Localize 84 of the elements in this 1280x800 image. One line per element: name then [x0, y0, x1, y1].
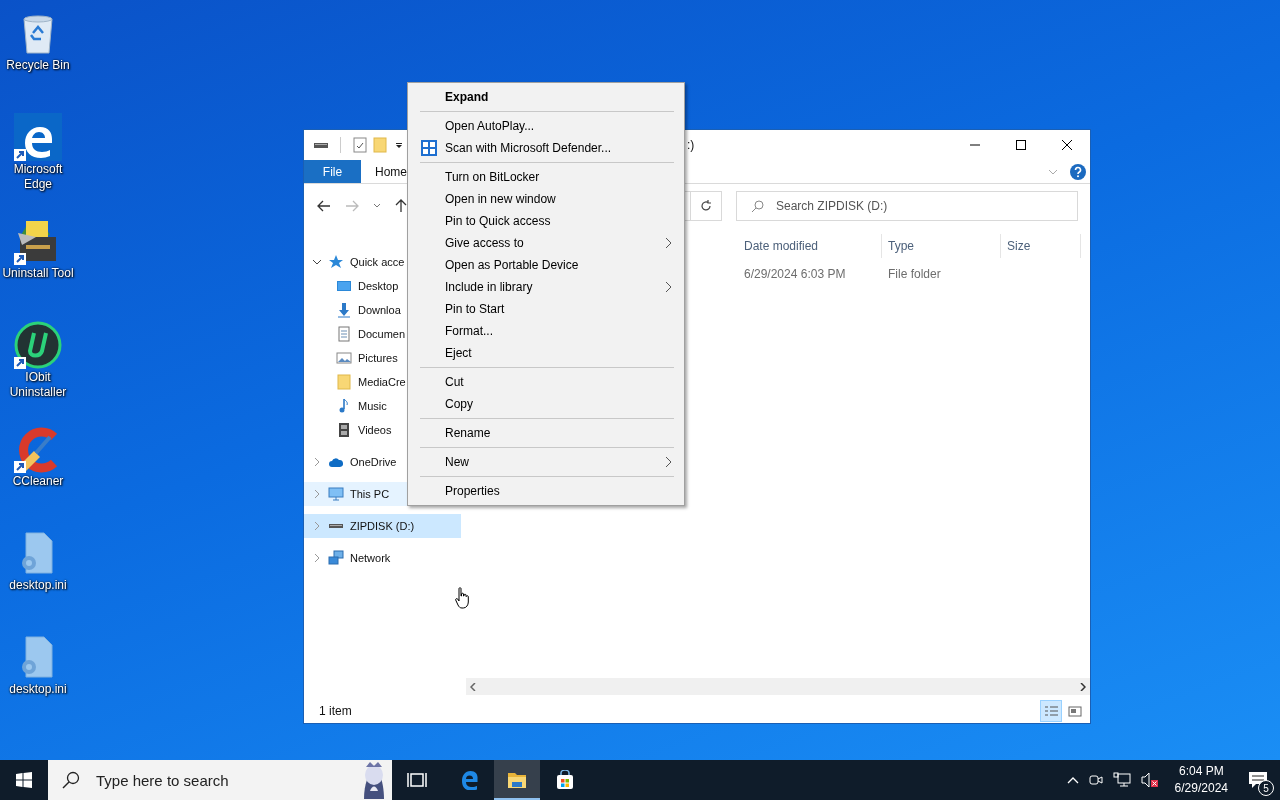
menu-item[interactable]: Expand — [410, 86, 682, 108]
help-icon[interactable] — [1070, 163, 1086, 180]
hand-cursor-icon — [455, 587, 469, 609]
column-header[interactable]: Size — [1001, 234, 1081, 258]
folder-icon — [336, 374, 352, 390]
task-view-icon — [407, 770, 427, 790]
scroll-left-icon — [470, 682, 476, 691]
search-input[interactable]: Type here to search — [94, 770, 342, 790]
search-icon — [751, 199, 764, 213]
search-input[interactable]: Search ZIPDISK (D:) — [774, 198, 1077, 214]
properties-icon[interactable] — [353, 137, 367, 153]
monitor-icon — [328, 486, 344, 502]
menu-item[interactable]: Open AutoPlay... — [410, 115, 682, 137]
search-field[interactable]: Search ZIPDISK (D:) — [736, 191, 1078, 221]
table-cell-text: 6/29/2024 6:03 PM — [743, 267, 847, 281]
clock[interactable]: 6:04 PM 6/29/2024 — [1166, 760, 1236, 800]
refresh-icon — [700, 200, 712, 212]
desktop-icon-label[interactable]: CCleaner — [0, 474, 76, 489]
chevron-right-icon — [665, 281, 672, 293]
menu-item[interactable]: Open in new window — [410, 188, 682, 210]
edge-shortcut-icon[interactable] — [14, 113, 62, 161]
edge-icon — [459, 770, 479, 790]
desktop-icon-label[interactable]: IObit Uninstaller — [0, 370, 76, 400]
windows-logo-icon — [16, 772, 32, 788]
menu-item[interactable]: Scan with Microsoft Defender... — [410, 137, 682, 159]
camera-icon[interactable] — [1088, 772, 1103, 788]
chevron-right-icon — [665, 456, 672, 468]
pictures-icon — [336, 350, 352, 366]
taskbar-search-field[interactable]: Type here to search — [48, 760, 392, 800]
drive-icon — [314, 142, 328, 148]
window-title: :) — [687, 138, 695, 152]
desktop-icon-label[interactable]: Microsoft Edge — [0, 162, 76, 192]
horizontal-scrollbar[interactable] — [466, 678, 1090, 695]
menu-item[interactable]: Pin to Quick access — [410, 210, 682, 232]
search-icon — [62, 771, 80, 789]
status-text: 1 item — [319, 703, 352, 718]
chevron-up-icon[interactable] — [1066, 776, 1079, 784]
table-cell-text: File folder — [887, 267, 942, 281]
navigation-item[interactable]: Network — [304, 546, 461, 570]
up-arrow-icon[interactable] — [395, 199, 407, 213]
star-icon — [328, 254, 344, 270]
desktop-icon — [336, 278, 352, 294]
network-icon — [328, 550, 344, 566]
notifications-button[interactable]: 5 — [1236, 760, 1280, 800]
column-header[interactable]: Type — [882, 234, 1001, 258]
folder-icon — [507, 770, 527, 790]
menu-item[interactable]: Copy — [410, 393, 682, 415]
desktop-icon-label[interactable]: Recycle Bin — [0, 58, 76, 73]
menu-item[interactable]: Rename — [410, 422, 682, 444]
scroll-right-icon — [1080, 682, 1086, 691]
menu-item[interactable]: Format... — [410, 320, 682, 342]
chevron-down-icon[interactable] — [373, 203, 381, 209]
menu-item[interactable]: Open as Portable Device — [410, 254, 682, 276]
maximize-icon — [1016, 140, 1026, 150]
document-icon — [336, 326, 352, 342]
taskbar-app-button[interactable] — [494, 760, 540, 800]
menu-item[interactable]: Turn on BitLocker — [410, 166, 682, 188]
desktop-icon-label[interactable]: desktop.ini — [0, 578, 76, 593]
menu-item[interactable]: Pin to Start — [410, 298, 682, 320]
chevron-right-icon — [665, 237, 672, 249]
back-arrow-icon[interactable] — [317, 200, 331, 212]
shopping-bag-icon — [555, 770, 575, 790]
file-menu-tab[interactable]: File — [304, 160, 361, 183]
film-icon — [336, 422, 352, 438]
column-header[interactable]: Date modified — [738, 234, 882, 258]
shield-window-icon — [420, 140, 437, 156]
menu-item[interactable]: New — [410, 451, 682, 473]
menu-item[interactable]: Give access to — [410, 232, 682, 254]
menu-item[interactable]: Cut — [410, 371, 682, 393]
network-icon[interactable] — [1112, 772, 1131, 788]
drive-icon — [329, 524, 343, 528]
large-icons-view-icon — [1067, 703, 1083, 718]
desktop-icon-label[interactable]: Uninstall Tool — [0, 266, 76, 281]
menu-item[interactable]: Eject — [410, 342, 682, 364]
close-icon — [1062, 140, 1072, 150]
desktop-icon-label[interactable]: desktop.ini — [0, 682, 76, 697]
details-view-icon — [1043, 703, 1059, 718]
speaker-muted-icon[interactable] — [1140, 772, 1159, 788]
u-logo-shortcut-icon[interactable] — [14, 321, 62, 369]
navigation-item[interactable]: ZIPDISK (D:) — [304, 514, 461, 538]
caret-icon[interactable] — [395, 141, 403, 149]
details-view-button[interactable] — [1040, 699, 1062, 722]
menu-item[interactable]: Include in library — [410, 276, 682, 298]
download-icon — [336, 302, 352, 318]
